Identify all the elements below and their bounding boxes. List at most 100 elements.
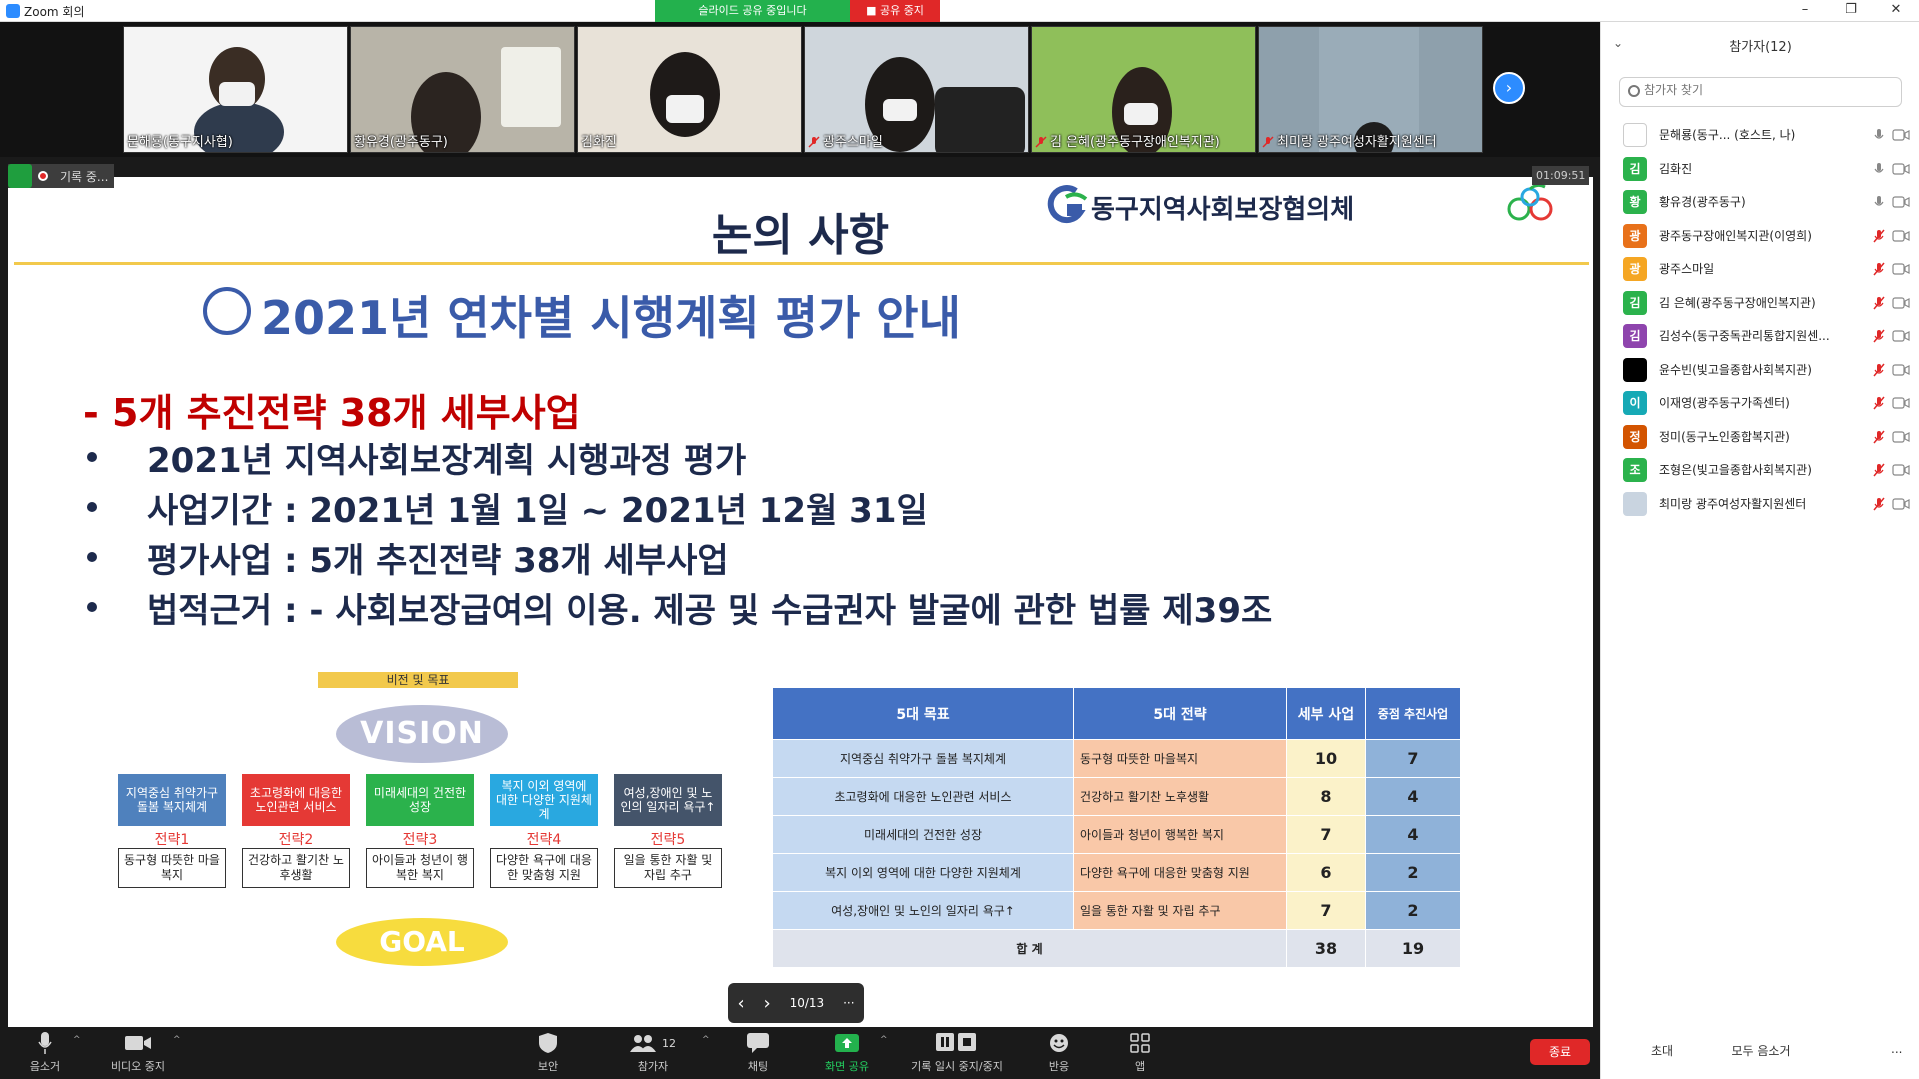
thumbnail-name: 황유경(광주동구) [354, 135, 448, 150]
apps-button[interactable]: 앱 [1095, 1031, 1185, 1074]
participant-search-box [1619, 77, 1902, 107]
participants-options-chevron-icon[interactable]: ^ [702, 1035, 710, 1045]
video-thumbnail[interactable]: 최미랑 광주여성자활지원센터 [1258, 26, 1483, 153]
more-options-icon[interactable]: ··· [843, 996, 854, 1010]
share-status-bar: 슬라이드 공유 중입니다 ■ 공유 중지 [655, 0, 940, 22]
muted-mic-icon[interactable] [1872, 262, 1886, 276]
strategy-label: 전략1 [154, 832, 190, 848]
end-meeting-button[interactable]: 종료 [1530, 1039, 1590, 1065]
security-button[interactable]: 보안 [503, 1031, 593, 1074]
slide-page-indicator: 10/13 [789, 996, 825, 1010]
slide-pager: ‹ › 10/13 ··· [728, 983, 864, 1023]
muted-mic-icon[interactable] [1872, 497, 1886, 511]
video-camera-icon[interactable] [1892, 162, 1910, 175]
strategy-box: 동구형 따뜻한 마을복지 [118, 848, 226, 888]
close-button[interactable]: ✕ [1873, 0, 1919, 22]
maximize-button[interactable]: ❐ [1828, 0, 1874, 22]
muted-mic-icon[interactable] [1872, 363, 1886, 377]
strategy-label: 전략3 [402, 832, 438, 848]
muted-mic-icon [1262, 136, 1274, 148]
video-options-chevron-icon[interactable]: ^ [173, 1035, 181, 1045]
video-thumbnail[interactable]: 광주스마일 [804, 26, 1029, 153]
shared-screen-area: 동구지역사회보장협의체 논의 사항 2021년 연차별 시행계획 평가 안내 -… [0, 157, 1600, 1027]
prev-slide-chevron-icon[interactable]: ‹ [737, 993, 744, 1014]
microphone-icon[interactable] [1872, 162, 1886, 176]
muted-mic-icon[interactable] [1872, 396, 1886, 410]
video-camera-icon[interactable] [1892, 397, 1910, 409]
slide-subtitle: 2021년 연차별 시행계획 평가 안내 [261, 291, 961, 345]
video-camera-icon[interactable] [1892, 363, 1910, 376]
participant-name: 최미랑 광주여성자활지원센터 [1659, 496, 1807, 511]
next-thumbnails-chevron-icon[interactable]: › [1493, 72, 1525, 104]
participant-row[interactable]: 최미랑 광주여성자활지원센터 [1601, 483, 1919, 524]
video-camera-icon[interactable] [1892, 497, 1910, 510]
share-screen-button[interactable]: 화면 공유 [802, 1031, 892, 1074]
muted-mic-icon[interactable] [1872, 229, 1886, 243]
table-total-sub: 38 [1286, 929, 1366, 968]
participant-name: 문해룡(동구... (호스트, 나) [1659, 128, 1796, 142]
thumbnail-name: 광주스마일 [823, 135, 883, 150]
muted-mic-icon[interactable] [1872, 430, 1886, 444]
mute-options-chevron-icon[interactable]: ^ [73, 1035, 81, 1045]
microphone-icon[interactable] [1872, 128, 1886, 142]
participant-name: 이재영(광주동구가족센터) [1659, 396, 1790, 410]
video-thumbnail[interactable]: 황유경(광주동구) [350, 26, 575, 153]
table-total-row: 합 계 38 19 [772, 929, 1461, 968]
table-cell-goal: 복지 이외 영역에 대한 다양한 지원체계 [772, 853, 1074, 892]
video-thumbnail[interactable]: 김화진 [577, 26, 802, 153]
strategy-box: 건강하고 활기찬 노후생활 [242, 848, 350, 888]
video-camera-icon[interactable] [1892, 296, 1910, 309]
table-cell-sub: 8 [1286, 777, 1366, 816]
table-cell-goal: 미래세대의 건전한 성장 [772, 815, 1074, 854]
stop-video-button[interactable]: 비디오 중지 [93, 1031, 183, 1074]
table-cell-sub: 7 [1286, 815, 1366, 854]
participant-video [935, 87, 1025, 152]
chat-button[interactable]: 채팅 [713, 1031, 803, 1074]
table-cell-key: 2 [1365, 853, 1461, 892]
video-camera-icon[interactable] [1892, 263, 1910, 275]
reactions-button[interactable]: 반응 [1014, 1031, 1104, 1074]
participant-name: 광주동구장애인복지관(이영희) [1659, 228, 1812, 243]
table-row: 복지 이외 영역에 대한 다양한 지원체계 다양한 욕구에 대응한 맞춤형 지원… [772, 853, 1461, 892]
security-shield-icon[interactable] [8, 164, 32, 188]
invite-button[interactable]: 초대 [1651, 1042, 1673, 1059]
goal-box: 복지 이외 영역에 대한 다양한 지원체계 [490, 774, 598, 826]
muted-mic-icon[interactable] [1872, 463, 1886, 477]
video-camera-icon[interactable] [1892, 330, 1910, 342]
video-camera-icon[interactable] [1892, 129, 1910, 141]
video-camera-icon[interactable] [1892, 229, 1910, 242]
mute-all-button[interactable]: 모두 음소거 [1726, 1042, 1796, 1059]
video-camera-icon[interactable] [1892, 196, 1910, 208]
title-bar: Zoom 회의 – ❐ ✕ 슬라이드 공유 중입니다 ■ 공유 중지 [0, 0, 1919, 22]
shield-icon [503, 1031, 593, 1055]
bullet-dot-icon [87, 452, 97, 462]
window-title: Zoom 회의 [24, 5, 85, 19]
participant-video [883, 99, 917, 121]
table-cell-goal: 초고령화에 대응한 노인관련 서비스 [772, 777, 1074, 816]
recording-label: 기록 중... [60, 169, 109, 184]
share-status-text[interactable]: 슬라이드 공유 중입니다 [655, 0, 850, 22]
strategy-label: 전략2 [278, 832, 314, 848]
participants-count: 12 [662, 1036, 676, 1050]
participant-name: 정미(동구노인종합복지관) [1659, 429, 1790, 444]
panel-more-button[interactable]: ... [1891, 1042, 1902, 1056]
minimize-button[interactable]: – [1782, 0, 1828, 22]
muted-mic-icon[interactable] [1872, 329, 1886, 343]
muted-mic-icon[interactable] [1872, 296, 1886, 310]
share-options-chevron-icon[interactable]: ^ [880, 1035, 888, 1045]
record-pause-stop-button[interactable]: 기록 일시 중지/중지 [902, 1031, 1012, 1074]
video-thumbnail[interactable]: 김 은혜(광주동구장애인복지관) [1031, 26, 1256, 153]
participant-search-input[interactable] [1644, 83, 1894, 97]
video-camera-icon[interactable] [1892, 430, 1910, 443]
table-header-row: 5대 목표 5대 전략 세부 사업 중점 추진사업 [772, 687, 1461, 740]
muted-mic-icon [808, 136, 820, 148]
participants-button[interactable]: 12 참가자 [608, 1031, 698, 1074]
next-slide-chevron-icon[interactable]: › [764, 993, 771, 1014]
share-screen-icon [802, 1031, 892, 1055]
video-thumbnail[interactable]: 문해룡(동구지사협) [123, 26, 348, 153]
video-camera-icon[interactable] [1892, 464, 1910, 476]
video-thumbnail-strip: 문해룡(동구지사협) 황유경(광주동구) 김화진 광주스마일 김 은혜(광주동구… [0, 22, 1600, 157]
table-cell-key: 2 [1365, 891, 1461, 930]
microphone-icon[interactable] [1872, 195, 1886, 209]
stop-share-button[interactable]: ■ 공유 중지 [850, 0, 940, 22]
